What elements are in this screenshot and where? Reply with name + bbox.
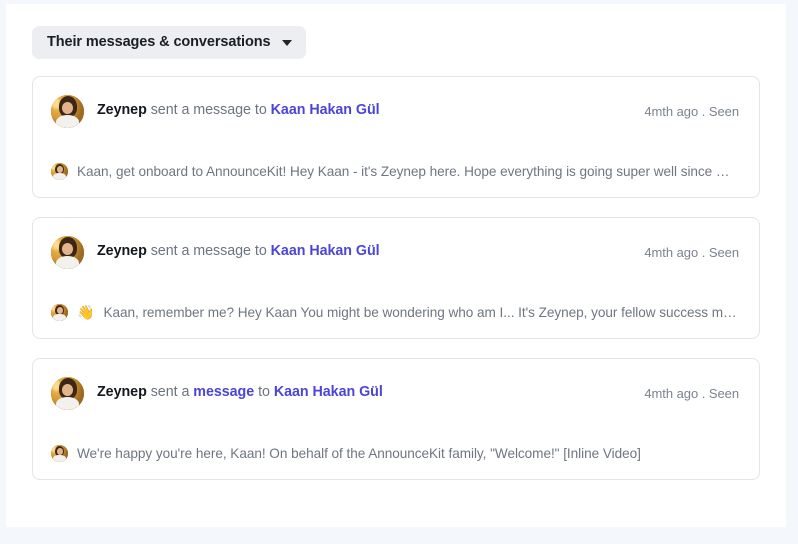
activity-summary: Zeynep sent a message to Kaan Hakan Gül bbox=[97, 383, 383, 402]
filter-dropdown-button[interactable]: Their messages & conversations bbox=[32, 26, 307, 59]
user-avatar-zeynep bbox=[51, 94, 84, 128]
user-avatar-zeynep-small bbox=[51, 303, 68, 321]
activity-meta: 4mth ago . Seen bbox=[644, 385, 739, 401]
activity-feed-page: Their messages & conversations Zeynep se… bbox=[0, 0, 798, 544]
activity-summary: Zeynep sent a message to Kaan Hakan Gül bbox=[97, 101, 380, 120]
action-word: message bbox=[193, 102, 251, 119]
recipient-link[interactable]: Kaan Hakan Gül bbox=[271, 102, 380, 118]
message-preview-row[interactable]: Kaan, get onboard to AnnounceKit! Hey Ka… bbox=[51, 162, 739, 180]
preview-text: We're happy you're here, Kaan! On behalf… bbox=[77, 445, 641, 461]
filter-row: Their messages & conversations bbox=[6, 26, 786, 59]
message-preview-row[interactable]: 👋 Kaan, remember me? Hey Kaan You might … bbox=[51, 303, 739, 321]
activity-card-header-left: Zeynep sent a message to Kaan Hakan Gül bbox=[51, 235, 380, 269]
activity-card-header-left: Zeynep sent a message to Kaan Hakan Gül bbox=[51, 94, 380, 128]
recipient-link[interactable]: Kaan Hakan Gül bbox=[271, 243, 380, 259]
preview-text: Kaan, remember me? Hey Kaan You might be… bbox=[103, 304, 739, 320]
to-word: to bbox=[258, 384, 274, 401]
activity-card-header-left: Zeynep sent a message to Kaan Hakan Gül bbox=[51, 376, 383, 410]
filter-dropdown-label: Their messages & conversations bbox=[47, 34, 271, 50]
activity-card[interactable]: Zeynep sent a message to Kaan Hakan Gül … bbox=[32, 75, 760, 198]
content-panel: Their messages & conversations Zeynep se… bbox=[6, 4, 786, 527]
action-prefix: sent a bbox=[150, 384, 194, 401]
actor-name: Zeynep bbox=[97, 102, 147, 119]
activity-card-header: Zeynep sent a message to Kaan Hakan Gül … bbox=[51, 94, 739, 128]
to-word: to bbox=[254, 102, 271, 119]
recipient-link[interactable]: Kaan Hakan Gül bbox=[274, 384, 383, 400]
action-word[interactable]: message bbox=[193, 384, 254, 400]
preview-text: Kaan, get onboard to AnnounceKit! Hey Ka… bbox=[77, 163, 739, 179]
action-prefix: sent a bbox=[150, 102, 194, 119]
activity-meta: 4mth ago . Seen bbox=[644, 244, 739, 260]
to-word: to bbox=[254, 243, 271, 260]
user-avatar-zeynep bbox=[51, 376, 84, 410]
activity-card-list: Zeynep sent a message to Kaan Hakan Gül … bbox=[6, 75, 786, 480]
actor-name: Zeynep bbox=[97, 384, 147, 401]
action-prefix: sent a bbox=[150, 243, 194, 260]
action-word: message bbox=[193, 243, 251, 260]
activity-summary: Zeynep sent a message to Kaan Hakan Gül bbox=[97, 242, 380, 261]
user-avatar-zeynep-small bbox=[51, 162, 68, 180]
user-avatar-zeynep-small bbox=[51, 444, 68, 462]
activity-card-header: Zeynep sent a message to Kaan Hakan Gül … bbox=[51, 376, 739, 410]
activity-meta: 4mth ago . Seen bbox=[644, 103, 739, 119]
activity-card[interactable]: Zeynep sent a message to Kaan Hakan Gül … bbox=[32, 357, 760, 480]
message-preview-row[interactable]: We're happy you're here, Kaan! On behalf… bbox=[51, 444, 739, 462]
preview-emoji: 👋 bbox=[77, 304, 95, 320]
chevron-down-icon bbox=[282, 39, 293, 46]
actor-name: Zeynep bbox=[97, 243, 147, 260]
activity-card-header: Zeynep sent a message to Kaan Hakan Gül … bbox=[51, 235, 739, 269]
activity-card[interactable]: Zeynep sent a message to Kaan Hakan Gül … bbox=[32, 216, 760, 339]
user-avatar-zeynep bbox=[51, 235, 84, 269]
